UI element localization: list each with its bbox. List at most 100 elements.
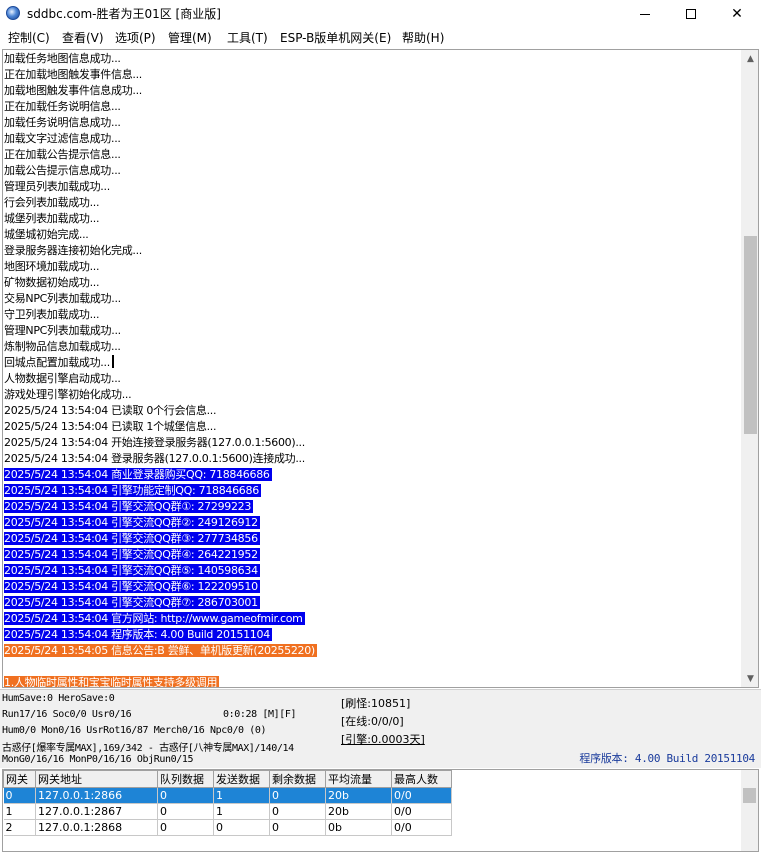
table-row[interactable]: 2 127.0.0.1:2868 0 0 0 0b 0/0 — [3, 819, 452, 836]
table-row[interactable]: 1 127.0.0.1:2867 0 1 0 20b 0/0 — [3, 803, 452, 820]
cell-address: 127.0.0.1:2867 — [35, 803, 158, 820]
header-sent[interactable]: 发送数据 — [213, 770, 270, 788]
log-line: 炼制物品信息加载成功... — [4, 339, 742, 355]
gateway-table: 网关 网关地址 队列数据 发送数据 剩余数据 平均流量 最高人数 0 127.0… — [3, 770, 452, 836]
log-lines: 加载任务地图信息成功... 正在加载地图触发事件信息... 加载地图触发事件信息成功… — [4, 51, 742, 687]
log-line-text: 2025/5/24 13:54:04 引擎交流QQ群②: 249126912 — [4, 516, 260, 529]
log-line-text: 2025/5/24 13:54:04 引擎交流QQ群④: 264221952 — [4, 548, 260, 561]
cell-address: 127.0.0.1:2866 — [35, 787, 158, 804]
log-line: 2025/5/24 13:54:04 引擎交流QQ群①: 27299223 — [4, 499, 742, 515]
log-line-text: 回城点配置加载成功... — [4, 356, 110, 369]
globe-icon — [6, 6, 20, 20]
log-line-text: 行会列表加载成功... — [4, 196, 100, 209]
log-line: 2025/5/24 13:54:04 引擎交流QQ群⑦: 286703001 — [4, 595, 742, 611]
log-line-text: 2025/5/24 13:54:04 登录服务器(127.0.0.1:5600)… — [4, 452, 305, 465]
log-line: 管理员列表加载成功... — [4, 179, 742, 195]
table-scrollbar-thumb[interactable] — [743, 788, 756, 803]
log-line-text: 游戏处理引擎初始化成功... — [4, 388, 132, 401]
cell-max-users: 0/0 — [391, 819, 452, 836]
log-line-text: 2025/5/24 13:54:04 已读取 1个城堡信息... — [4, 420, 217, 433]
scrollbar-thumb[interactable] — [744, 236, 757, 434]
log-line: 2025/5/24 13:54:04 引擎交流QQ群②: 249126912 — [4, 515, 742, 531]
log-line: 回城点配置加载成功... — [4, 355, 742, 371]
header-address[interactable]: 网关地址 — [35, 770, 158, 788]
log-line: 2025/5/24 13:54:05 信息公告:B 尝鲜、单机版更新(20255… — [4, 643, 742, 659]
menu-bar: 控制(C) 查看(V) 选项(P) 管理(M) 工具(T) ESP-B版单机网关… — [0, 27, 761, 47]
log-line-text: 2025/5/24 13:54:04 已读取 0个行会信息... — [4, 404, 217, 417]
log-line-text: 交易NPC列表加载成功... — [4, 292, 121, 305]
cell-queue: 0 — [157, 803, 214, 820]
menu-control[interactable]: 控制(C) — [8, 29, 50, 46]
chevron-up-icon[interactable]: ▲ — [742, 50, 758, 67]
log-line: 2025/5/24 13:54:04 引擎功能定制QQ: 718846686 — [4, 483, 742, 499]
header-gateway[interactable]: 网关 — [3, 770, 36, 788]
log-line: 2025/5/24 13:54:04 引擎交流QQ群④: 264221952 — [4, 547, 742, 563]
log-line-text: 人物数据引擎启动成功... — [4, 372, 121, 385]
cell-sent: 1 — [213, 787, 270, 804]
log-line: 管理NPC列表加载成功... — [4, 323, 742, 339]
log-line: 2025/5/24 13:54:04 商业登录器购买QQ: 718846686 — [4, 467, 742, 483]
log-line-text: 矿物数据初始成功... — [4, 276, 100, 289]
log-line: 正在加载公告提示信息... — [4, 147, 742, 163]
cell-remaining: 0 — [269, 803, 326, 820]
menu-help[interactable]: 帮助(H) — [402, 29, 444, 46]
cell-max-users: 0/0 — [391, 787, 452, 804]
cell-max-users: 0/0 — [391, 803, 452, 820]
header-remaining[interactable]: 剩余数据 — [269, 770, 326, 788]
log-line-text: 加载任务说明信息成功... — [4, 116, 121, 129]
log-line-text: 加载地图触发事件信息成功... — [4, 84, 142, 97]
log-scrollbar[interactable]: ▲ ▼ — [741, 50, 758, 687]
program-version: 程序版本: 4.00 Build 20151104 — [579, 752, 755, 765]
log-line: 城堡城初始完成... — [4, 227, 742, 243]
log-line: 人物数据引擎启动成功... — [4, 371, 742, 387]
table-scrollbar[interactable] — [741, 770, 758, 851]
status-boss: 古惑仔[爆率专属MAX],169/342 - 古惑仔[八神专属MAX]/140/… — [2, 743, 294, 754]
minimize-button[interactable] — [622, 0, 668, 27]
log-line-text: 2025/5/24 13:54:04 引擎交流QQ群①: 27299223 — [4, 500, 254, 513]
header-avg-traffic[interactable]: 平均流量 — [325, 770, 392, 788]
header-max-users[interactable]: 最高人数 — [391, 770, 452, 788]
log-line-text: 地图环境加载成功... — [4, 260, 100, 273]
log-line-text: 2025/5/24 13:54:04 官方网站: http://www.game… — [4, 612, 305, 625]
header-queue[interactable]: 队列数据 — [157, 770, 214, 788]
log-line: 2025/5/24 13:54:04 程序版本: 4.00 Build 2015… — [4, 627, 742, 643]
status-run: Run17/16 Soc0/0 Usr0/16 — [2, 709, 132, 720]
menu-options[interactable]: 选项(P) — [115, 29, 156, 46]
log-line: 行会列表加载成功... — [4, 195, 742, 211]
log-line: 加载任务地图信息成功... — [4, 51, 742, 67]
table-row[interactable]: 0 127.0.0.1:2866 0 1 0 20b 0/0 — [3, 787, 452, 804]
log-line: 守卫列表加载成功... — [4, 307, 742, 323]
log-line: 2025/5/24 13:54:04 已读取 0个行会信息... — [4, 403, 742, 419]
gateway-table-panel[interactable]: 网关 网关地址 队列数据 发送数据 剩余数据 平均流量 最高人数 0 127.0… — [2, 769, 759, 852]
log-line: 加载公告提示信息成功... — [4, 163, 742, 179]
log-line-text: 登录服务器连接初始化完成... — [4, 244, 142, 257]
menu-tools[interactable]: 工具(T) — [227, 29, 268, 46]
menu-view[interactable]: 查看(V) — [62, 29, 104, 46]
chevron-down-icon[interactable]: ▼ — [742, 670, 758, 687]
close-button[interactable]: ✕ — [714, 0, 760, 27]
log-line-text: 2025/5/24 13:54:04 程序版本: 4.00 Build 2015… — [4, 628, 272, 641]
menu-esp-gateway[interactable]: ESP-B版单机网关(E) — [280, 29, 391, 46]
log-panel[interactable]: 加载任务地图信息成功... 正在加载地图触发事件信息... 加载地图触发事件信息成功… — [2, 49, 759, 688]
log-line: 2025/5/24 13:54:04 登录服务器(127.0.0.1:5600)… — [4, 451, 742, 467]
log-line: 登录服务器连接初始化完成... — [4, 243, 742, 259]
menu-manage[interactable]: 管理(M) — [168, 29, 212, 46]
cell-avg-traffic: 20b — [325, 787, 392, 804]
table-header-row: 网关 网关地址 队列数据 发送数据 剩余数据 平均流量 最高人数 — [3, 770, 452, 788]
log-line-text — [4, 660, 6, 673]
log-line-text: 正在加载公告提示信息... — [4, 148, 121, 161]
close-icon: ✕ — [731, 5, 743, 22]
log-line-text: 2025/5/24 13:54:04 引擎交流QQ群⑤: 140598634 — [4, 564, 260, 577]
log-line: 游戏处理引擎初始化成功... — [4, 387, 742, 403]
log-line-text: 加载文字过滤信息成功... — [4, 132, 121, 145]
cell-sent: 0 — [213, 819, 270, 836]
log-line-text: 2025/5/24 13:54:04 引擎交流QQ群⑥: 122209510 — [4, 580, 260, 593]
cell-avg-traffic: 20b — [325, 803, 392, 820]
log-line-text: 炼制物品信息加载成功... — [4, 340, 121, 353]
log-line-text: 加载公告提示信息成功... — [4, 164, 121, 177]
cell-gateway: 0 — [3, 787, 36, 804]
log-line-text: 城堡列表加载成功... — [4, 212, 100, 225]
cell-sent: 1 — [213, 803, 270, 820]
maximize-button[interactable] — [668, 0, 714, 27]
log-line: 加载地图触发事件信息成功... — [4, 83, 742, 99]
